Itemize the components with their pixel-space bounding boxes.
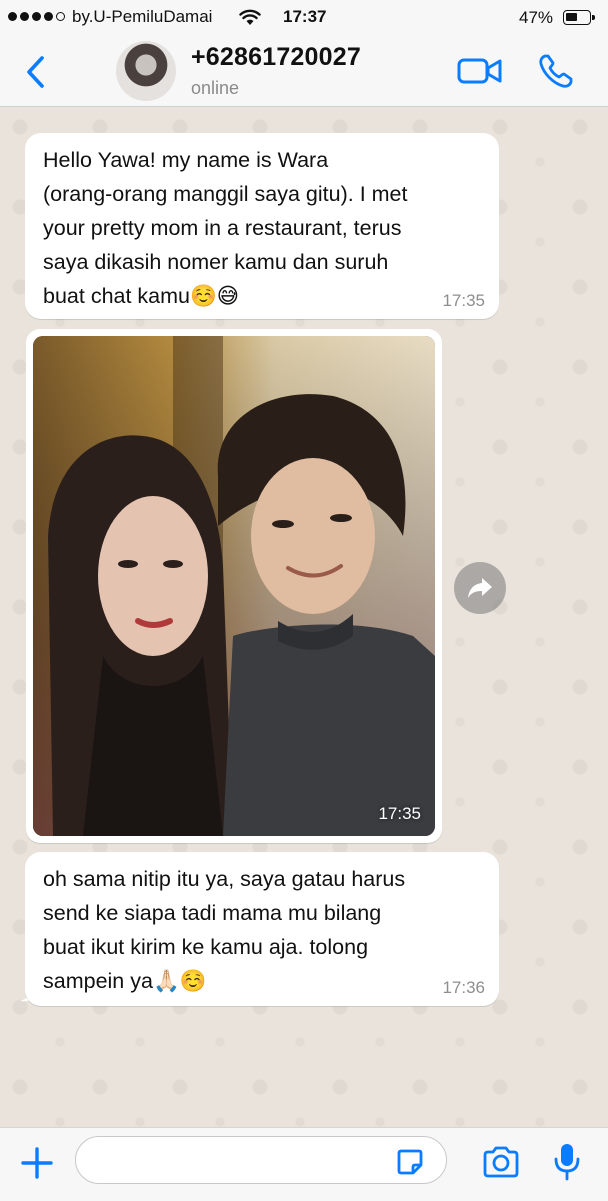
battery-icon — [563, 10, 595, 25]
wifi-icon — [239, 9, 261, 25]
message-time: 17:36 — [442, 978, 485, 997]
message-photo[interactable]: 17:35 — [33, 336, 435, 836]
photo-time: 17:35 — [378, 804, 421, 823]
battery-percentage: 47% — [519, 8, 554, 27]
contact-status: online — [191, 78, 240, 98]
camera-icon[interactable] — [482, 1146, 520, 1178]
signal-strength-icon — [8, 12, 65, 21]
message-input[interactable] — [75, 1136, 447, 1184]
forward-arrow-icon — [468, 578, 492, 598]
message-bubble[interactable]: Hello Yawa! my name is Wara (orang-orang… — [25, 133, 499, 319]
chevron-left-icon[interactable] — [22, 54, 52, 90]
photo-message[interactable]: 17:35 — [26, 329, 442, 843]
plus-icon[interactable] — [20, 1146, 54, 1180]
message-time: 17:35 — [442, 291, 485, 310]
video-camera-icon[interactable] — [457, 56, 503, 86]
message-text: Hello Yawa! my name is Wara (orang-orang… — [43, 148, 408, 308]
microphone-icon[interactable] — [552, 1142, 582, 1182]
message-bubble[interactable]: oh sama nitip itu ya, saya gatau harus s… — [25, 852, 499, 1006]
photo-image — [33, 336, 435, 836]
chat-area[interactable]: Hello Yawa! my name is Wara (orang-orang… — [0, 107, 608, 1127]
chat-header: +62861720027 online — [0, 36, 608, 107]
sticker-icon[interactable] — [396, 1148, 424, 1176]
input-bar — [0, 1127, 608, 1201]
phone-icon[interactable] — [537, 52, 575, 90]
carrier-name: by.U-PemiluDamai — [72, 7, 213, 26]
forward-button[interactable] — [454, 562, 506, 614]
status-time: 17:37 — [283, 7, 327, 26]
message-text: oh sama nitip itu ya, saya gatau harus s… — [43, 867, 406, 993]
avatar[interactable] — [116, 41, 176, 101]
contact-name[interactable]: +62861720027 — [191, 43, 361, 72]
status-bar: by.U-PemiluDamai 17:37 47% — [0, 0, 608, 36]
